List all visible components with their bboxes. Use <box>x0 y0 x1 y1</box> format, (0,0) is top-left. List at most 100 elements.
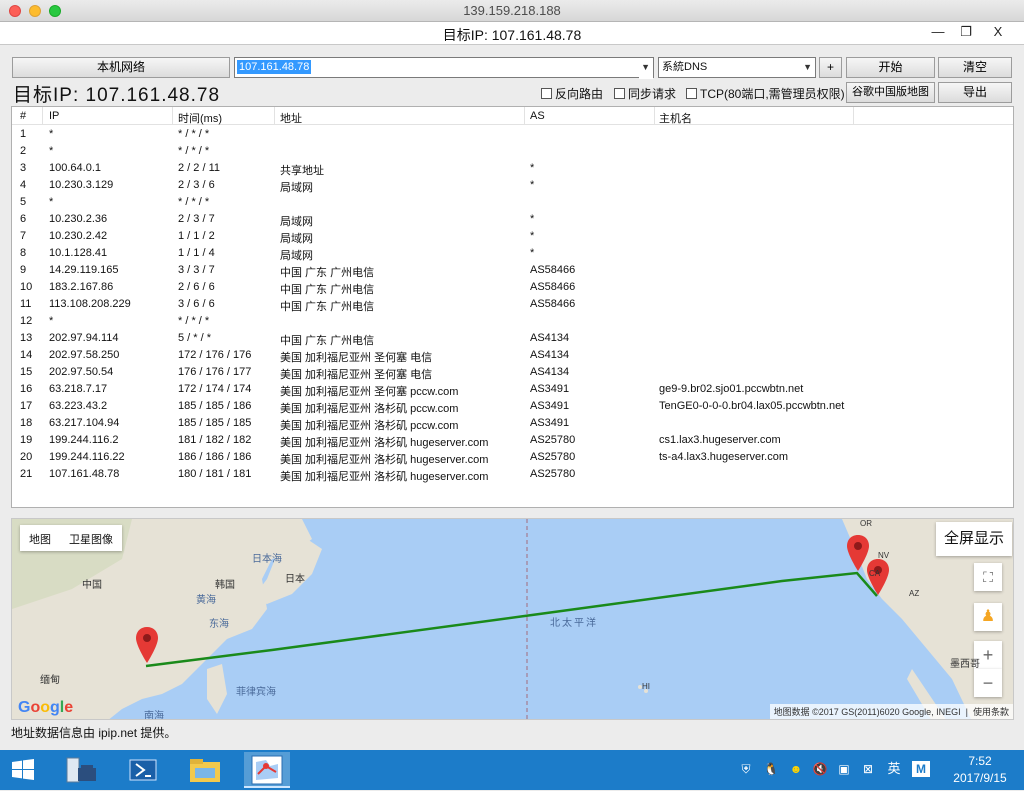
col-header-index[interactable]: # <box>20 110 26 122</box>
cell-time: 180 / 181 / 181 <box>178 468 252 480</box>
table-row[interactable]: 10 183.2.167.86 2 / 6 / 6 中国 广东 广州电信 AS58466 <box>12 279 1013 296</box>
zoom-out-button[interactable]: − <box>974 669 1002 697</box>
cell-address: 中国 广东 广州电信 <box>280 267 375 279</box>
results-table[interactable]: # IP 时间(ms) 地址 AS 主机名 1 * * / * / * 2 * * / *… <box>11 106 1014 508</box>
sync-request-checkbox[interactable]: 同步请求 <box>614 85 676 102</box>
cell-index: 21 <box>20 468 33 480</box>
add-dns-button[interactable]: + <box>819 57 842 78</box>
system-clock[interactable]: 7:52 2017/9/15 <box>940 753 1020 787</box>
powershell-icon[interactable] <box>120 752 166 788</box>
col-header-time[interactable]: 时间(ms) <box>178 110 222 126</box>
table-row[interactable]: 15 202.97.50.54 176 / 176 / 177 美国 加利福尼亚州 圣… <box>12 364 1013 381</box>
cell-time: 5 / * / * <box>178 332 212 344</box>
host-titlebar: 139.159.218.188 <box>0 0 1024 22</box>
hop-marker-icon[interactable] <box>847 535 869 571</box>
close-button[interactable]: X <box>972 22 1024 42</box>
clear-button[interactable]: 清空 <box>938 57 1012 78</box>
map-label-korea: 韩国 <box>215 580 235 591</box>
col-header-ip[interactable]: IP <box>49 110 59 122</box>
street-view-icon[interactable]: ♟ <box>974 603 1002 631</box>
cell-time: 2 / 3 / 7 <box>178 213 215 225</box>
fullscreen-button[interactable]: 全屏显示 <box>936 522 1013 556</box>
table-row[interactable]: 16 63.218.7.17 172 / 174 / 174 美国 加利福尼亚州 圣何… <box>12 381 1013 398</box>
besttrace-app-icon[interactable] <box>244 752 290 788</box>
cell-hostname: ge9-9.br02.sjo01.pccwbtn.net <box>659 383 804 395</box>
map-type-map[interactable]: 地图 <box>20 525 60 551</box>
cell-index: 16 <box>20 383 33 395</box>
table-row[interactable]: 5 * * / * / * <box>12 194 1013 211</box>
map-label-philippine-sea: 菲律宾海 <box>236 687 276 698</box>
security-shield-icon[interactable]: ⛨ <box>738 761 754 777</box>
export-button[interactable]: 导出 <box>938 82 1012 103</box>
table-row[interactable]: 6 10.230.2.36 2 / 3 / 7 局域网 * <box>12 211 1013 228</box>
cell-address: 美国 加利福尼亚州 洛杉矶 pccw.com <box>280 420 459 432</box>
cell-time: 1 / 1 / 4 <box>178 247 215 259</box>
map-type-control[interactable]: 地图 卫星图像 <box>20 525 122 551</box>
table-row[interactable]: 12 * * / * / * <box>12 313 1013 330</box>
col-header-address[interactable]: 地址 <box>280 110 302 126</box>
cell-address: 中国 广东 广州电信 <box>280 301 375 313</box>
chevron-down-icon[interactable]: ▼ <box>641 58 650 77</box>
table-row[interactable]: 9 14.29.119.165 3 / 3 / 7 中国 广东 广州电信 AS58466 <box>12 262 1013 279</box>
local-network-button[interactable]: 本机网络 <box>12 57 230 78</box>
map-label-east-sea: 东海 <box>209 619 229 630</box>
cell-ip: 10.230.2.36 <box>49 213 108 225</box>
speaker-muted-icon[interactable]: 🔇 <box>812 761 828 777</box>
cell-time: * / * / * <box>178 145 210 157</box>
cell-time: 176 / 176 / 177 <box>178 366 252 378</box>
qq-icon[interactable]: 🐧 <box>763 761 779 777</box>
target-input-value: 107.161.48.78 <box>237 60 312 74</box>
table-row[interactable]: 17 63.223.43.2 185 / 185 / 186 美国 加利福尼亚州 洛杉… <box>12 398 1013 415</box>
cell-index: 4 <box>20 179 27 191</box>
cell-index: 13 <box>20 332 33 344</box>
cell-ip: 183.2.167.86 <box>49 281 114 293</box>
input-language[interactable]: 英 <box>886 761 902 777</box>
fullscreen-icon[interactable]: ⛶ <box>974 563 1002 591</box>
table-row[interactable]: 20 199.244.116.22 186 / 186 / 186 美国 加利福尼亚州… <box>12 449 1013 466</box>
cell-index: 12 <box>20 315 33 327</box>
table-row[interactable]: 18 63.217.104.94 185 / 185 / 185 美国 加利福尼亚州 … <box>12 415 1013 432</box>
terms-link[interactable]: 使用条款 <box>973 707 1009 717</box>
col-header-hostname[interactable]: 主机名 <box>659 110 692 126</box>
cell-as: AS4134 <box>530 349 570 361</box>
source-marker-icon[interactable] <box>136 627 158 663</box>
start-button[interactable]: 开始 <box>846 57 935 78</box>
server-manager-icon[interactable] <box>58 752 104 788</box>
table-row[interactable]: 1 * * / * / * <box>12 126 1013 143</box>
dns-select[interactable]: 系統DNS ▼ <box>658 57 816 78</box>
cell-index: 1 <box>20 128 27 140</box>
minimize-button[interactable]: — <box>924 22 952 42</box>
network-icon[interactable]: ▣ <box>836 761 852 777</box>
network-alert-icon[interactable]: ⊠ <box>860 761 876 777</box>
table-row[interactable]: 19 199.244.116.2 181 / 182 / 182 美国 加利福尼亚州 … <box>12 432 1013 449</box>
table-row[interactable]: 13 202.97.94.114 5 / * / * 中国 广东 广州电信 AS4134 <box>12 330 1013 347</box>
tcp-checkbox[interactable]: TCP(80端口,需管理员权限) <box>686 85 845 102</box>
cell-index: 20 <box>20 451 33 463</box>
cell-address: 局域网 <box>280 182 313 194</box>
taskbar: ⛨ 🐧 ☻ 🔇 ▣ ⊠ 英 M 7:52 2017/9/15 <box>0 750 1024 790</box>
table-row[interactable]: 4 10.230.3.129 2 / 3 / 6 局域网 * <box>12 177 1013 194</box>
start-menu-icon[interactable] <box>0 752 46 788</box>
table-row[interactable]: 7 10.230.2.42 1 / 1 / 2 局域网 * <box>12 228 1013 245</box>
table-row[interactable]: 11 113.108.208.229 3 / 6 / 6 中国 广东 广州电信 AS58… <box>12 296 1013 313</box>
table-row[interactable]: 21 107.161.48.78 180 / 181 / 181 美国 加利福尼亚州 … <box>12 466 1013 483</box>
table-row[interactable]: 2 * * / * / * <box>12 143 1013 160</box>
smiley-icon[interactable]: ☻ <box>788 761 804 777</box>
google-china-map-button[interactable]: 谷歌中国版地图 <box>846 82 935 103</box>
tcp-label: TCP(80端口,需管理员权限) <box>700 87 845 101</box>
reverse-route-checkbox[interactable]: 反向路由 <box>541 85 603 102</box>
table-row[interactable]: 8 10.1.128.41 1 / 1 / 4 局域网 * <box>12 245 1013 262</box>
map-type-satellite[interactable]: 卫星图像 <box>60 525 122 551</box>
route-map[interactable]: 地图 卫星图像 全屏显示 ⛶ ♟ + − 中国 韩国 日本 日本海 黄海 东海 … <box>11 518 1014 720</box>
google-logo[interactable]: Google <box>18 699 73 717</box>
cell-address: 局域网 <box>280 216 313 228</box>
table-row[interactable]: 14 202.97.58.250 172 / 176 / 176 美国 加利福尼亚州 … <box>12 347 1013 364</box>
table-row[interactable]: 3 100.64.0.1 2 / 2 / 11 共享地址 * <box>12 160 1013 177</box>
ime-mode-icon[interactable]: M <box>912 761 930 777</box>
col-header-as[interactable]: AS <box>530 110 545 122</box>
target-input[interactable]: 107.161.48.78 ▼ <box>234 57 654 79</box>
cell-as: AS4134 <box>530 332 570 344</box>
file-explorer-icon[interactable] <box>182 752 228 788</box>
window-title: 目标IP: 107.161.48.78 <box>442 27 582 43</box>
cell-index: 9 <box>20 264 27 276</box>
